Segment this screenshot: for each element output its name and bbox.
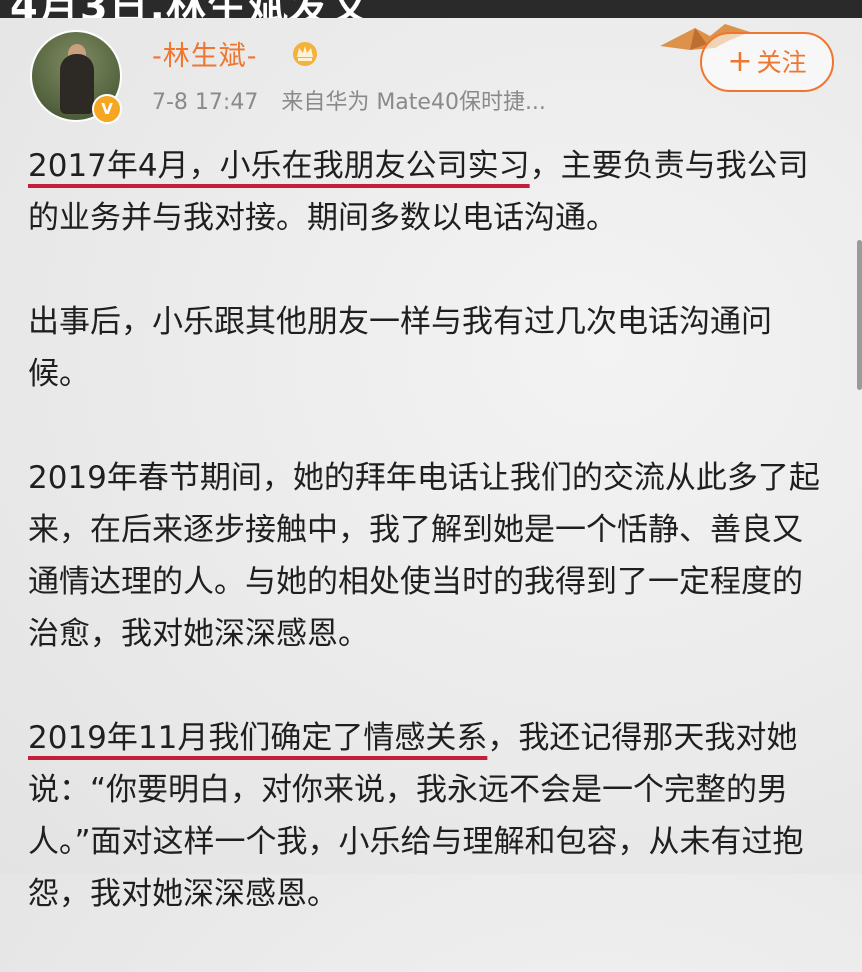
follow-label: 关注 [756,48,807,77]
post-meta: 7-8 17:47 来自华为 Mate40保时捷... [152,84,546,116]
post-source: 来自华为 Mate40保时捷... [281,90,546,115]
post-content: 2017年4月，小乐在我朋友公司实习，主要负责与我公司的业务并与我对接。期间多数… [28,140,828,972]
scrollbar[interactable] [857,240,862,390]
paragraph-1: 2017年4月，小乐在我朋友公司实习，主要负责与我公司的业务并与我对接。期间多数… [28,140,828,244]
plus-icon: + [727,44,753,79]
highlighted-text: 2019年11月我们确定了情感关系 [28,720,488,756]
top-banner: 4月3日,林生斌发文 [0,0,862,18]
avatar-figure [60,54,94,114]
follow-button[interactable]: + 关注 [700,32,834,92]
paragraph-3: 2019年春节期间，她的拜年电话让我们的交流从此多了起来，在后来逐步接触中，我了… [28,460,820,652]
verified-badge-icon: V [92,94,122,124]
banner-text: 4月3日,林生斌发文 [10,0,371,18]
vip-crown-icon [293,42,317,66]
post-timestamp: 7-8 17:47 [152,90,259,115]
post-header: V -林生斌- 7-8 17:47 来自华为 Mate40保时捷... + 关注 [0,18,862,128]
highlighted-text: 2017年4月，小乐在我朋友公司实习 [28,148,530,184]
username[interactable]: -林生斌- [152,34,258,73]
paragraph-2: 出事后，小乐跟其他朋友一样与我有过几次电话沟通问候。 [28,304,772,392]
paragraph-4: 2019年11月我们确定了情感关系，我还记得那天我对她说：“你要明白，对你来说，… [28,712,828,920]
